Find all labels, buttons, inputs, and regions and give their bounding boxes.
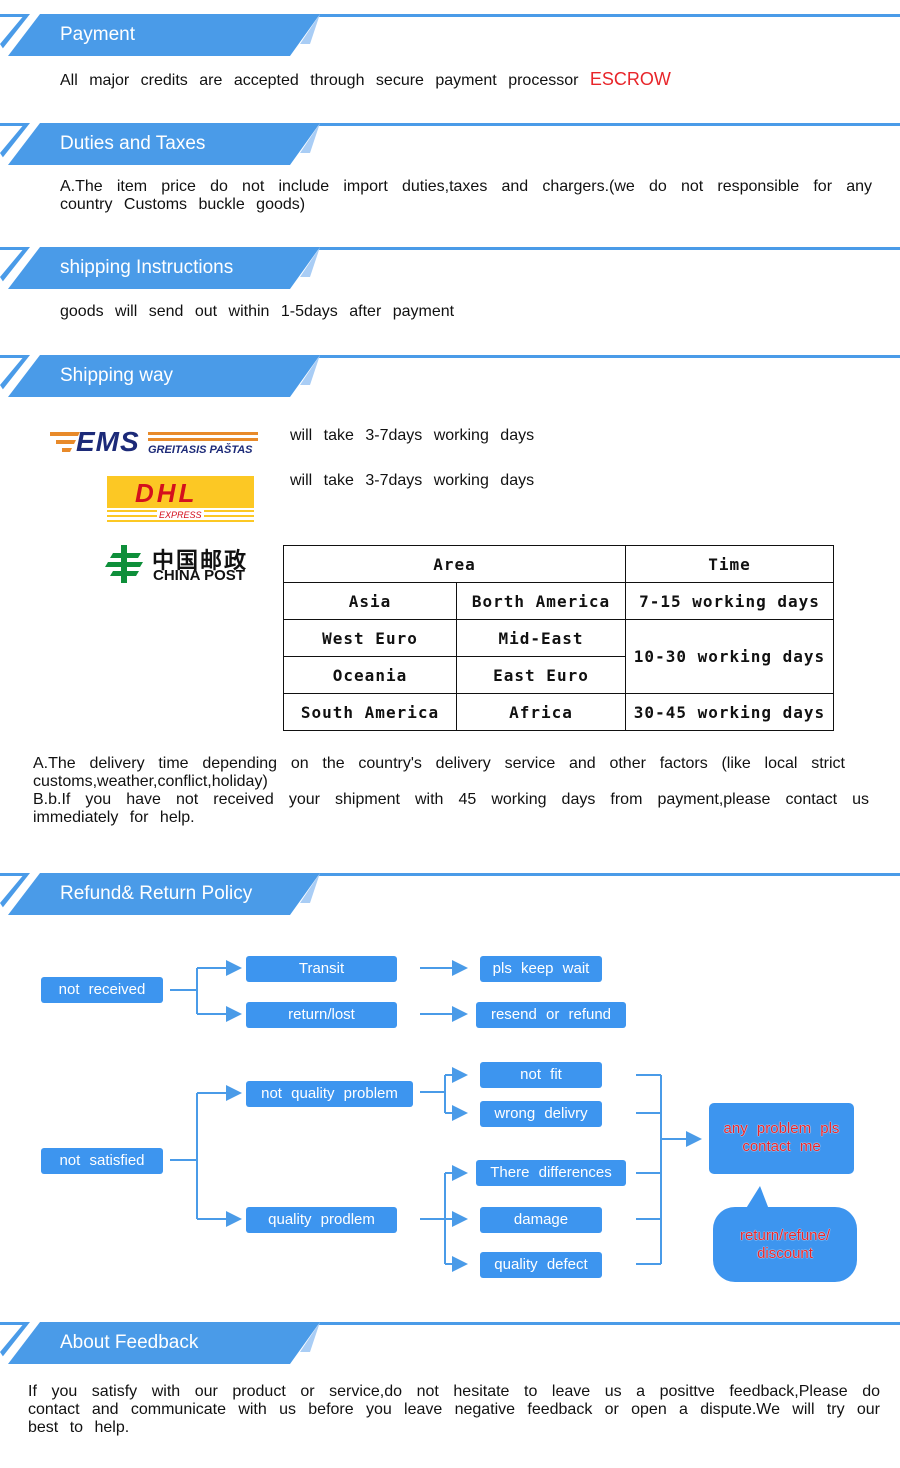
- node-return-lost: return/lost: [246, 1002, 397, 1028]
- contact-line-2: contact me: [742, 1138, 821, 1155]
- node-differences: There differences: [476, 1160, 626, 1186]
- outcome-line-1: return/refune/: [739, 1227, 831, 1244]
- node-not-fit: not fit: [480, 1062, 602, 1088]
- node-contact-me: any problem pls contact me: [709, 1103, 854, 1174]
- node-not-quality-problem: not quality problem: [246, 1081, 413, 1107]
- node-not-satisfied: not satisfied: [41, 1148, 163, 1174]
- node-quality-problem: quality prodlem: [246, 1207, 397, 1233]
- feedback-text: If you satisfy with our product or servi…: [28, 1383, 880, 1436]
- node-not-received: not received: [41, 977, 163, 1003]
- outcome-line-2: discount: [757, 1245, 813, 1262]
- node-wrong-delivery: wrong delivry: [480, 1101, 602, 1127]
- node-resend-refund: resend or refund: [476, 1002, 626, 1028]
- node-damage: damage: [480, 1207, 602, 1233]
- node-outcome-bubble: return/refune/ discount: [713, 1207, 857, 1282]
- node-keep-wait: pls keep wait: [480, 956, 602, 982]
- node-transit: Transit: [246, 956, 397, 982]
- node-quality-defect: quality defect: [480, 1252, 602, 1278]
- contact-line-1: any problem pls: [723, 1120, 840, 1137]
- section-header-feedback: About Feedback: [0, 1322, 900, 1366]
- section-title: About Feedback: [60, 1332, 199, 1353]
